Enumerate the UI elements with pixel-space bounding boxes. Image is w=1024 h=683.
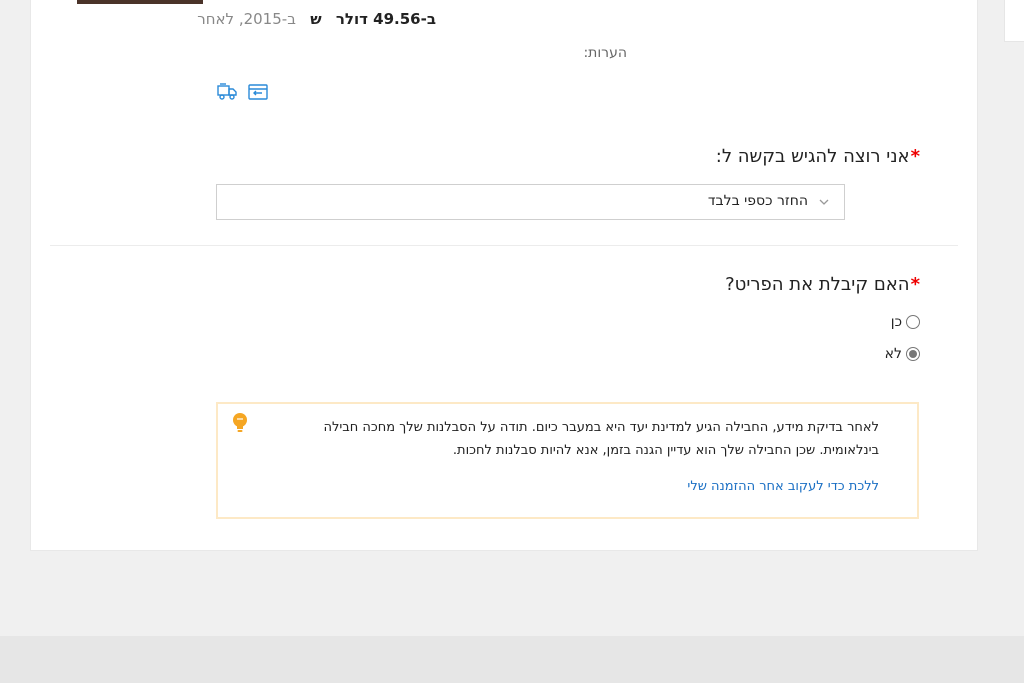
product-thumbnail — [77, 0, 203, 4]
radio-label-no: לא — [884, 346, 902, 362]
request-type-select[interactable]: החזר כספי בלבד — [216, 184, 845, 220]
radio-option-yes[interactable]: כן — [891, 312, 920, 332]
notice-message: לאחר בדיקת מידע, החבילה הגיע למדינת יעד … — [323, 420, 880, 458]
request-type-label: *אני רוצה להגיש בקשה ל: — [715, 146, 920, 167]
radio-button-no[interactable] — [906, 347, 920, 361]
required-marker: * — [910, 274, 920, 295]
item-date: ב-2015, לאחר — [197, 10, 296, 28]
request-type-value: החזר כספי בלבד — [707, 193, 808, 209]
item-price: ב-49.56 דולר — [335, 10, 436, 28]
tracking-notice-box: לאחר בדיקת מידע, החבילה הגיע למדינת יעד … — [216, 402, 919, 519]
item-received-label: *האם קיבלת את הפריט? — [725, 274, 920, 295]
card-refund-icon[interactable] — [247, 82, 269, 102]
truck-return-icon[interactable] — [216, 82, 238, 102]
radio-label-yes: כן — [890, 314, 902, 330]
lightbulb-icon — [233, 413, 247, 432]
page-footer — [0, 636, 1024, 683]
item-summary-line: ב-49.56 דולר ש ב-2015, לאחר — [197, 10, 436, 32]
section-divider — [50, 245, 958, 246]
chevron-down-icon — [819, 199, 829, 205]
currency-symbol: ש — [310, 10, 322, 28]
side-panel — [1004, 0, 1024, 42]
required-marker: * — [910, 146, 920, 167]
radio-option-no[interactable]: לא — [885, 344, 920, 364]
notes-label: הערות: — [583, 45, 627, 61]
radio-button-yes[interactable] — [906, 315, 920, 329]
track-order-link[interactable]: ללכת כדי לעקוב אחר ההזמנה שלי — [687, 479, 879, 494]
